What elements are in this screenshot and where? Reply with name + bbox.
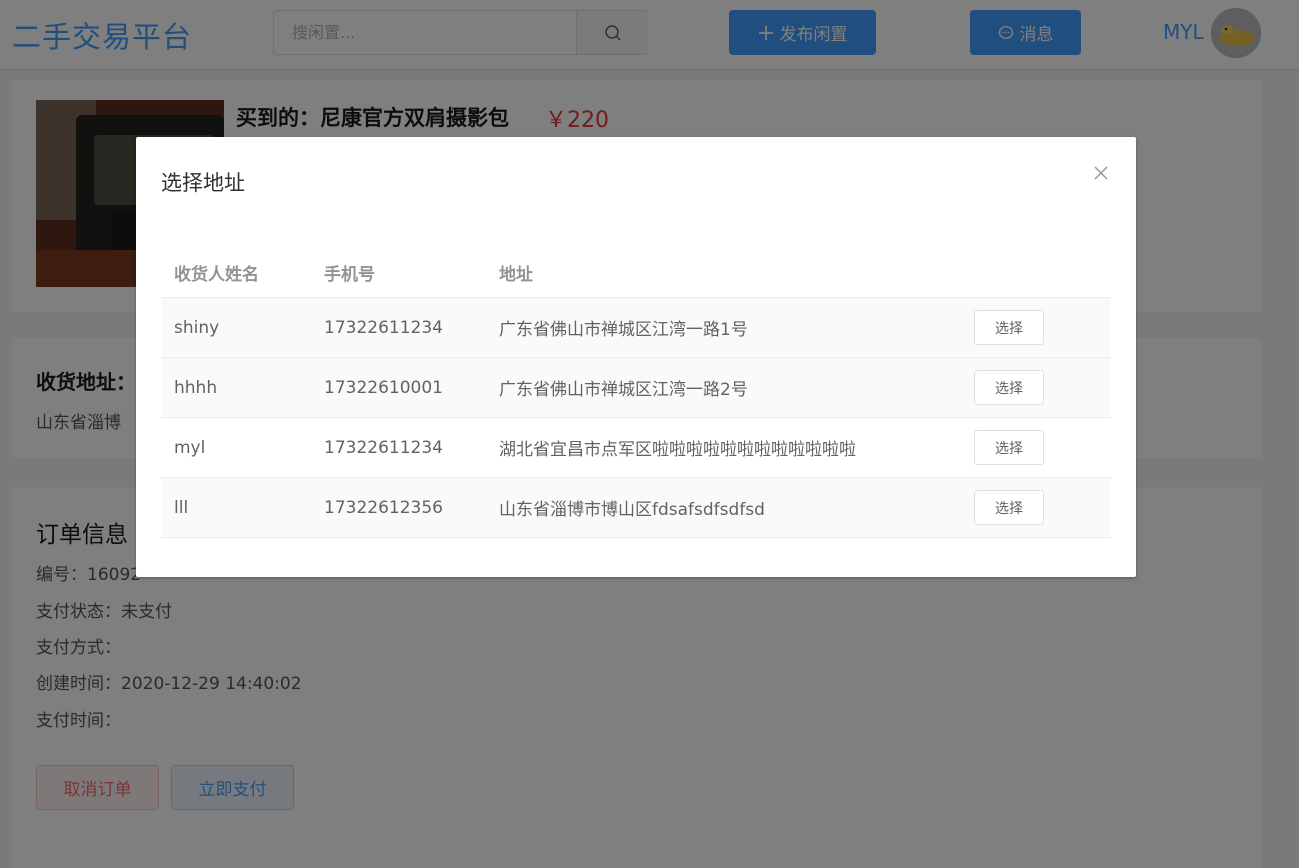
recipient-phone: 17322610001 [324,377,443,398]
recipient-name: myl [174,437,206,458]
select-address-button[interactable]: 选择 [974,490,1044,525]
recipient-address: 广东省佛山市禅城区江湾一路2号 [499,380,748,400]
column-header-name: 收货人姓名 [174,265,259,285]
select-address-button[interactable]: 选择 [974,370,1044,405]
table-row: shiny 17322611234 广东省佛山市禅城区江湾一路1号 选择 [161,298,1111,358]
select-address-button[interactable]: 选择 [974,310,1044,345]
table-row: lll 17322612356 山东省淄博市博山区fdsafsdfsdfsd 选… [161,478,1111,538]
recipient-address: 广东省佛山市禅城区江湾一路1号 [499,320,748,340]
dialog-title: 选择地址 [161,171,245,195]
address-table: 收货人姓名 手机号 地址 shiny 17322611234 广东省佛山市禅城区… [161,248,1111,538]
recipient-phone: 17322611234 [324,437,443,458]
close-button[interactable] [1090,162,1112,184]
recipient-address: 湖北省宜昌市点军区啦啦啦啦啦啦啦啦啦啦啦啦 [499,440,856,460]
select-address-button[interactable]: 选择 [974,430,1044,465]
table-row: myl 17322611234 湖北省宜昌市点军区啦啦啦啦啦啦啦啦啦啦啦啦 选择 [161,418,1111,478]
recipient-name: shiny [174,317,220,338]
close-icon [1094,166,1108,180]
column-header-phone: 手机号 [324,265,375,285]
select-address-dialog: 选择地址 收货人姓名 手机号 地址 shiny 17322611234 广东省佛… [136,137,1136,577]
recipient-name: hhhh [174,377,218,398]
recipient-name: lll [174,497,189,518]
recipient-phone: 17322612356 [324,497,443,518]
recipient-phone: 17322611234 [324,317,443,338]
column-header-address: 地址 [499,265,533,285]
recipient-address: 山东省淄博市博山区fdsafsdfsdfsd [499,500,765,520]
table-header: 收货人姓名 手机号 地址 [161,248,1111,298]
table-row: hhhh 17322610001 广东省佛山市禅城区江湾一路2号 选择 [161,358,1111,418]
